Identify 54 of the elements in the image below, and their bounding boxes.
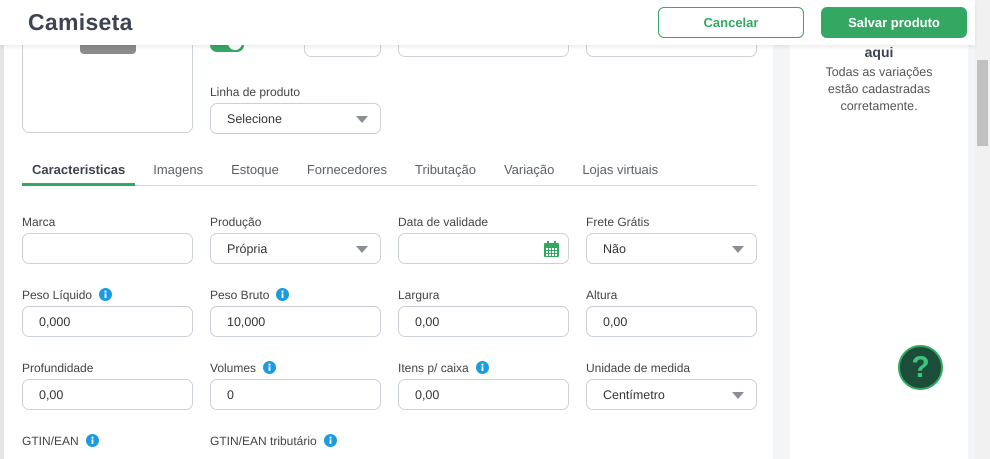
text-field[interactable] bbox=[22, 233, 193, 264]
field-label: Profundidade bbox=[22, 360, 94, 374]
text-field[interactable]: 0 bbox=[210, 379, 381, 410]
dropdown-caret-icon bbox=[732, 392, 744, 399]
panel-heading: aqui bbox=[864, 44, 894, 60]
date-field[interactable] bbox=[398, 233, 569, 264]
calendar-icon[interactable] bbox=[544, 241, 559, 257]
select-dropdown[interactable]: Selecione bbox=[210, 103, 381, 134]
field-label: Itens p/ caixa bbox=[398, 360, 469, 374]
tab[interactable]: Tributação bbox=[405, 154, 486, 186]
tab[interactable]: Imagens bbox=[143, 154, 214, 186]
field-label: Largura bbox=[398, 288, 440, 302]
field-label: Linha de produto bbox=[210, 84, 300, 98]
select-dropdown[interactable]: Própria bbox=[210, 233, 381, 264]
select-dropdown[interactable]: Centímetro bbox=[586, 379, 757, 410]
info-icon[interactable] bbox=[476, 361, 489, 374]
field-label: Marca bbox=[22, 214, 56, 228]
tab[interactable]: Variação bbox=[494, 154, 564, 186]
page-title: Camiseta bbox=[28, 9, 134, 36]
dropdown-caret-icon bbox=[732, 246, 744, 253]
info-icon[interactable] bbox=[324, 434, 337, 447]
text-field[interactable] bbox=[586, 45, 757, 57]
status-toggle[interactable] bbox=[210, 45, 244, 52]
text-field[interactable] bbox=[398, 45, 569, 57]
info-icon[interactable] bbox=[263, 361, 276, 374]
info-icon[interactable] bbox=[99, 288, 112, 301]
text-field[interactable] bbox=[304, 45, 381, 57]
text-field[interactable]: 0,00 bbox=[22, 379, 193, 410]
select-dropdown[interactable]: Não bbox=[586, 233, 757, 264]
tab[interactable]: Estoque bbox=[221, 154, 289, 186]
field-label: Peso Líquido bbox=[22, 288, 92, 302]
field-label: Frete Grátis bbox=[586, 214, 650, 228]
field-label: Peso Bruto bbox=[210, 288, 270, 302]
field-label: Produção bbox=[210, 214, 262, 228]
help-button[interactable]: ? bbox=[898, 345, 943, 390]
tab[interactable]: Fornecedores bbox=[296, 154, 398, 186]
tab[interactable]: Lojas virtuais bbox=[572, 154, 668, 186]
field-label: Altura bbox=[586, 288, 618, 302]
text-field[interactable]: 0,00 bbox=[586, 306, 757, 337]
text-field[interactable]: 0,00 bbox=[398, 379, 569, 410]
info-icon[interactable] bbox=[86, 434, 99, 447]
dropdown-caret-icon bbox=[356, 246, 368, 253]
text-field[interactable]: 10,000 bbox=[210, 306, 381, 337]
tab[interactable]: Caracteristicas bbox=[22, 154, 136, 186]
field-label: Volumes bbox=[210, 360, 256, 374]
text-field[interactable]: 0,00 bbox=[398, 306, 569, 337]
field-label: Data de validade bbox=[398, 214, 488, 228]
field-label: GTIN/EAN tributário bbox=[210, 434, 317, 448]
info-icon[interactable] bbox=[276, 288, 290, 301]
text-field[interactable]: 0,000 bbox=[22, 306, 193, 337]
field-label: Unidade de medida bbox=[586, 360, 690, 374]
dropdown-caret-icon bbox=[356, 116, 368, 123]
variations-message: Todas as variações estão cadastradas corretamente. bbox=[824, 64, 934, 115]
field-label: GTIN/EAN bbox=[22, 434, 79, 448]
